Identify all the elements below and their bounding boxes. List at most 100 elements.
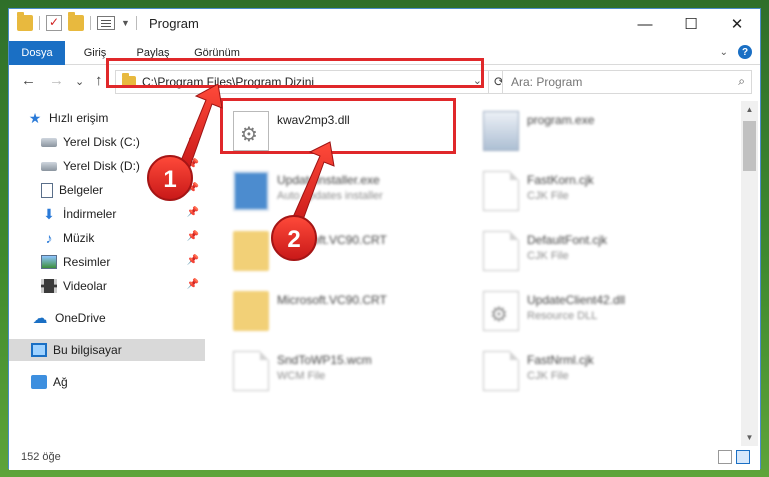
cloud-icon: ☁: [32, 310, 48, 327]
sidebar-item-onedrive[interactable]: ☁ OneDrive: [9, 307, 205, 329]
sidebar-item-videos[interactable]: Videolar 📌: [9, 275, 205, 297]
sidebar-item-label: Hızlı erişim: [49, 111, 109, 125]
status-bar: 152 öğe: [9, 446, 760, 470]
pin-icon: 📌: [186, 159, 199, 170]
divider: [135, 16, 137, 30]
divider: [39, 16, 40, 30]
close-button[interactable]: ✕: [714, 9, 760, 39]
minimize-button[interactable]: —: [622, 9, 668, 39]
title-bar: ▼ Program — ☐ ✕: [9, 9, 760, 39]
ribbon-controls: ⌄ ?: [720, 45, 752, 59]
sidebar-item-disk-d[interactable]: Yerel Disk (D:) 📌: [9, 155, 205, 177]
forward-button[interactable]: →: [49, 72, 64, 89]
sidebar-item-label: Belgeler: [59, 183, 104, 197]
file-item[interactable]: program.exe: [479, 107, 709, 155]
tab-view[interactable]: Görünüm: [181, 43, 253, 65]
folder-icon: [233, 231, 269, 271]
search-icon: ⌕: [738, 74, 745, 88]
file-name: kwav2mp3.dll: [277, 113, 350, 127]
sidebar-item-label: Müzik: [63, 231, 95, 245]
pin-icon: 📌: [186, 183, 199, 194]
file-item-kwav2mp3[interactable]: ⚙ kwav2mp3.dll: [229, 107, 459, 155]
sidebar-item-network[interactable]: Ağ: [9, 371, 205, 393]
folder-icon: [233, 291, 269, 331]
properties-check-icon[interactable]: [46, 15, 62, 31]
help-icon[interactable]: ?: [738, 45, 752, 59]
file-item[interactable]: DefaultFont.cjk CJK File: [479, 227, 709, 275]
sidebar-item-quick-access[interactable]: ★ Hızlı erişim: [9, 107, 205, 129]
maximize-button[interactable]: ☐: [668, 9, 714, 39]
folder-icon: [17, 12, 33, 31]
file-explorer-window: ▼ Program — ☐ ✕ Dosya Giriş Paylaş Görün…: [8, 8, 761, 470]
sidebar-item-this-pc[interactable]: Bu bilgisayar: [9, 339, 205, 361]
tab-share[interactable]: Paylaş: [125, 43, 181, 65]
details-view-icon[interactable]: [718, 450, 732, 464]
file-item[interactable]: Microsoft.VC90.CRT: [229, 287, 459, 335]
sidebar-item-label: İndirmeler: [63, 207, 117, 221]
navigation-pane: ★ Hızlı erişim Yerel Disk (C:) 📌 Yerel D…: [9, 101, 205, 431]
large-icons-view-icon[interactable]: [736, 450, 750, 464]
dll-gear-icon: ⚙: [233, 111, 269, 151]
sidebar-item-documents[interactable]: Belgeler 📌: [9, 179, 205, 201]
pin-icon: 📌: [186, 135, 199, 146]
expand-ribbon-icon[interactable]: ⌄: [720, 47, 728, 58]
exe-icon: [483, 111, 519, 151]
new-folder-icon[interactable]: [68, 12, 84, 31]
chevron-down-icon[interactable]: ⌄: [473, 74, 482, 87]
file-icon: [483, 231, 519, 271]
sidebar-item-music[interactable]: ♪ Müzik 📌: [9, 227, 205, 249]
star-icon: ★: [28, 109, 42, 126]
file-list: ⚙ kwav2mp3.dll program.exe UpdateInstall…: [207, 101, 741, 431]
tab-home[interactable]: Giriş: [65, 43, 125, 65]
item-count: 152 öğe: [21, 451, 61, 463]
file-item[interactable]: FastKorn.cjk CJK File: [479, 167, 709, 215]
sidebar-item-label: Resimler: [63, 255, 111, 269]
search-input[interactable]: [503, 71, 723, 93]
window-controls: — ☐ ✕: [622, 9, 760, 39]
tab-file[interactable]: Dosya: [9, 41, 65, 65]
address-bar[interactable]: C:\Program Files\Program Dizini ⌄: [115, 70, 489, 94]
scroll-up-icon[interactable]: ▲: [741, 101, 758, 118]
file-item[interactable]: ⚙ UpdateClient42.dll Resource DLL: [479, 287, 709, 335]
installer-icon: [233, 171, 269, 211]
sidebar-item-label: OneDrive: [55, 311, 106, 325]
scroll-down-icon[interactable]: ▼: [741, 429, 758, 446]
pin-icon: 📌: [186, 255, 199, 266]
file-type: CJK File: [527, 190, 569, 202]
network-icon: [31, 375, 47, 389]
recent-locations-button[interactable]: ⌄: [75, 75, 84, 88]
sidebar-item-pictures[interactable]: Resimler 📌: [9, 251, 205, 273]
vertical-scrollbar[interactable]: ▲ ▼: [741, 101, 758, 446]
file-type: Resource DLL: [527, 310, 598, 322]
file-item[interactable]: Microsoft.VC90.CRT: [229, 227, 459, 275]
video-icon: [41, 279, 57, 293]
up-button[interactable]: ↑: [95, 72, 103, 89]
sidebar-item-downloads[interactable]: ⬇ İndirmeler 📌: [9, 203, 205, 225]
customize-toolbar-icon[interactable]: [97, 16, 115, 30]
file-name: Microsoft.VC90.CRT: [277, 233, 387, 247]
file-item[interactable]: UpdateInstaller.exe Auto updates install…: [229, 167, 459, 215]
drive-icon: [41, 161, 57, 171]
search-box[interactable]: ⌕: [502, 70, 752, 94]
file-type: Auto updates installer: [277, 190, 383, 202]
window-title: Program: [149, 16, 199, 31]
back-button[interactable]: ←: [21, 72, 36, 89]
file-item[interactable]: FastNrml.cjk CJK File: [479, 347, 709, 395]
pin-icon: 📌: [186, 279, 199, 290]
file-item[interactable]: SndToWP15.wcm WCM File: [229, 347, 459, 395]
view-switcher: [718, 450, 750, 464]
file-type: CJK File: [527, 370, 569, 382]
sidebar-item-label: Yerel Disk (D:): [63, 159, 140, 173]
address-path[interactable]: C:\Program Files\Program Dizini: [142, 75, 314, 89]
pin-icon: 📌: [186, 231, 199, 242]
file-type: CJK File: [527, 250, 569, 262]
file-name: UpdateClient42.dll: [527, 293, 626, 307]
dll-gear-icon: ⚙: [483, 291, 519, 331]
sidebar-item-label: Bu bilgisayar: [53, 343, 122, 357]
sidebar-item-disk-c[interactable]: Yerel Disk (C:) 📌: [9, 131, 205, 153]
scroll-thumb[interactable]: [743, 121, 756, 171]
file-name: UpdateInstaller.exe: [277, 173, 380, 187]
chevron-down-icon[interactable]: ▼: [121, 18, 130, 28]
quick-access-toolbar: ▼: [17, 12, 137, 31]
divider: [90, 16, 91, 30]
